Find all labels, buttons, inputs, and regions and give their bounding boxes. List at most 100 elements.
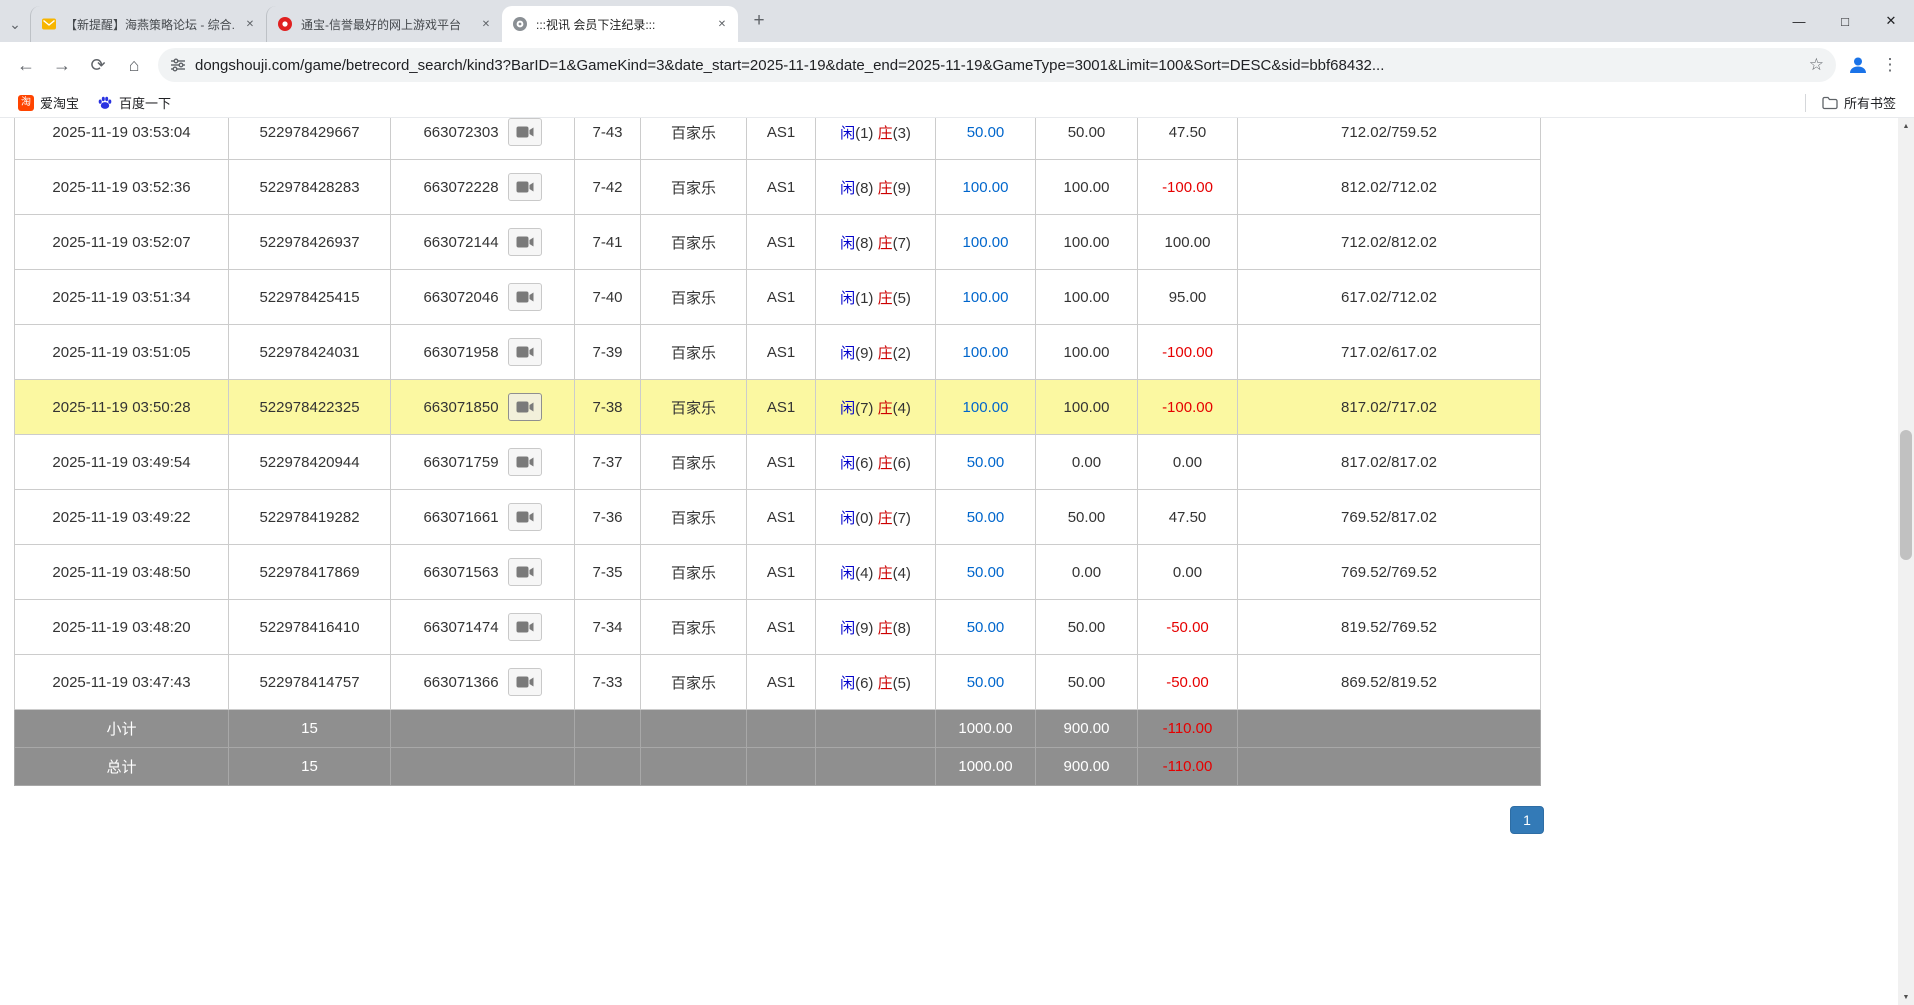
balance: 819.52/769.52 (1238, 600, 1541, 655)
forward-button[interactable]: → (44, 47, 80, 83)
all-bookmarks-label: 所有书签 (1844, 93, 1896, 112)
address-bar[interactable]: dongshouji.com/game/betrecord_search/kin… (158, 48, 1836, 82)
player-label: 闲 (840, 345, 855, 362)
balance: 812.02/712.02 (1238, 160, 1541, 215)
bet-amount-link[interactable]: 100.00 (936, 160, 1036, 215)
player-label: 闲 (840, 180, 855, 197)
banker-label: 庄 (878, 510, 893, 527)
navigation-bar: ← → ⟳ ⌂ dongshouji.com/game/betrecord_se… (0, 42, 1914, 88)
tongbao-favicon-icon (277, 16, 293, 32)
camera-icon (516, 455, 534, 469)
valid-amount: 100.00 (1036, 160, 1138, 215)
replay-video-button[interactable] (508, 173, 542, 201)
scroll-down-icon[interactable]: ▼ (1898, 989, 1914, 1005)
record-row: 2025-11-19 03:50:28522978422325663071850… (15, 380, 1541, 435)
bookmark-baidu[interactable]: 百度一下 (89, 91, 179, 114)
replay-video-button[interactable] (508, 558, 542, 586)
summary-count: 15 (229, 710, 391, 748)
round-cell: 663072228 (391, 160, 575, 215)
balance: 712.02/759.52 (1238, 118, 1541, 160)
profile-avatar-icon[interactable] (1842, 49, 1874, 81)
record-row: 2025-11-19 03:47:43522978414757663071366… (15, 655, 1541, 710)
minimize-button[interactable]: — (1776, 0, 1822, 42)
scroll-up-icon[interactable]: ▲ (1898, 118, 1914, 134)
game-name: 百家乐 (641, 655, 747, 710)
bet-amount-link[interactable]: 50.00 (936, 490, 1036, 545)
refresh-button[interactable]: ⟳ (80, 47, 116, 83)
round-cell: 663071958 (391, 325, 575, 380)
summary-valid-total: 900.00 (1036, 710, 1138, 748)
replay-video-button[interactable] (508, 393, 542, 421)
bet-id: 522978416410 (229, 600, 391, 655)
bet-time: 2025-11-19 03:47:43 (15, 655, 229, 710)
pagination-page-1-button[interactable]: 1 (1510, 806, 1544, 834)
close-window-button[interactable]: ✕ (1868, 0, 1914, 42)
replay-video-button[interactable] (508, 118, 542, 146)
bookmarks-bar: 淘 爱淘宝 百度一下 所有书签 (0, 88, 1914, 118)
summary-empty (391, 748, 575, 786)
bet-amount-link[interactable]: 100.00 (936, 325, 1036, 380)
win-loss: 47.50 (1138, 118, 1238, 160)
back-button[interactable]: ← (8, 47, 44, 83)
round-cell: 663071850 (391, 380, 575, 435)
round-cell: 663072046 (391, 270, 575, 325)
table-number: 7-42 (575, 160, 641, 215)
player-label: 闲 (840, 510, 855, 527)
all-bookmarks-button[interactable]: 所有书签 (1814, 91, 1904, 114)
tab-tongbao[interactable]: 通宝-信誉最好的网上游戏平台 ✕ (266, 6, 502, 42)
player-label: 闲 (840, 565, 855, 582)
tab-forum[interactable]: 【新提醒】海燕策略论坛 - 综合... ✕ (30, 6, 266, 42)
round-id: 663071759 (423, 454, 498, 471)
window-controls: — □ ✕ (1776, 0, 1914, 42)
win-loss: -100.00 (1138, 160, 1238, 215)
bet-amount-link[interactable]: 100.00 (936, 270, 1036, 325)
banker-label: 庄 (878, 290, 893, 307)
tab-close-icon[interactable]: ✕ (714, 16, 730, 32)
bookmark-star-icon[interactable]: ☆ (1809, 55, 1824, 75)
bet-records-table-wrap: 2025-11-19 03:53:04522978429667663072303… (14, 118, 1540, 786)
maximize-button[interactable]: □ (1822, 0, 1868, 42)
tab-close-icon[interactable]: ✕ (478, 16, 494, 32)
summary-bet-total: 1000.00 (936, 710, 1036, 748)
replay-video-button[interactable] (508, 668, 542, 696)
record-row: 2025-11-19 03:49:54522978420944663071759… (15, 435, 1541, 490)
replay-video-button[interactable] (508, 338, 542, 366)
tab-title: :::视讯 会员下注纪录::: (536, 16, 706, 33)
tab-search-chevron-icon[interactable]: ⌄ (0, 6, 30, 42)
bet-id: 522978425415 (229, 270, 391, 325)
replay-video-button[interactable] (508, 283, 542, 311)
scrollbar-thumb[interactable] (1900, 430, 1912, 560)
bookmark-taobao[interactable]: 淘 爱淘宝 (10, 91, 87, 114)
new-tab-button[interactable]: + (744, 6, 774, 36)
browser-menu-icon[interactable]: ⋮ (1874, 55, 1906, 75)
replay-video-button[interactable] (508, 448, 542, 476)
folder-icon (1822, 96, 1838, 110)
bet-amount-link[interactable]: 50.00 (936, 435, 1036, 490)
home-button[interactable]: ⌂ (116, 47, 152, 83)
vertical-scrollbar[interactable]: ▲ ▼ (1898, 118, 1914, 1005)
replay-video-button[interactable] (508, 503, 542, 531)
tab-bet-records[interactable]: :::视讯 会员下注纪录::: ✕ (502, 6, 738, 42)
camera-icon (516, 675, 534, 689)
bookmarks-divider (1805, 94, 1806, 112)
bet-amount-link[interactable]: 100.00 (936, 380, 1036, 435)
bet-amount-link[interactable]: 50.00 (936, 600, 1036, 655)
balance: 717.02/617.02 (1238, 325, 1541, 380)
page-content: 2025-11-19 03:53:04522978429667663072303… (0, 118, 1914, 1005)
bet-amount-link[interactable]: 50.00 (936, 545, 1036, 600)
replay-video-button[interactable] (508, 228, 542, 256)
game-result: 闲(7) 庄(4) (816, 380, 936, 435)
site-settings-icon[interactable] (170, 57, 186, 73)
summary-empty (747, 748, 816, 786)
bet-amount-link[interactable]: 50.00 (936, 118, 1036, 160)
player-label: 闲 (840, 235, 855, 252)
room-code: AS1 (747, 655, 816, 710)
bet-amount-link[interactable]: 50.00 (936, 655, 1036, 710)
replay-video-button[interactable] (508, 613, 542, 641)
bet-amount-link[interactable]: 100.00 (936, 215, 1036, 270)
camera-icon (516, 180, 534, 194)
bookmark-label: 爱淘宝 (40, 93, 79, 112)
record-row: 2025-11-19 03:52:36522978428283663072228… (15, 160, 1541, 215)
url-text[interactable]: dongshouji.com/game/betrecord_search/kin… (195, 57, 1800, 74)
tab-close-icon[interactable]: ✕ (242, 16, 258, 32)
